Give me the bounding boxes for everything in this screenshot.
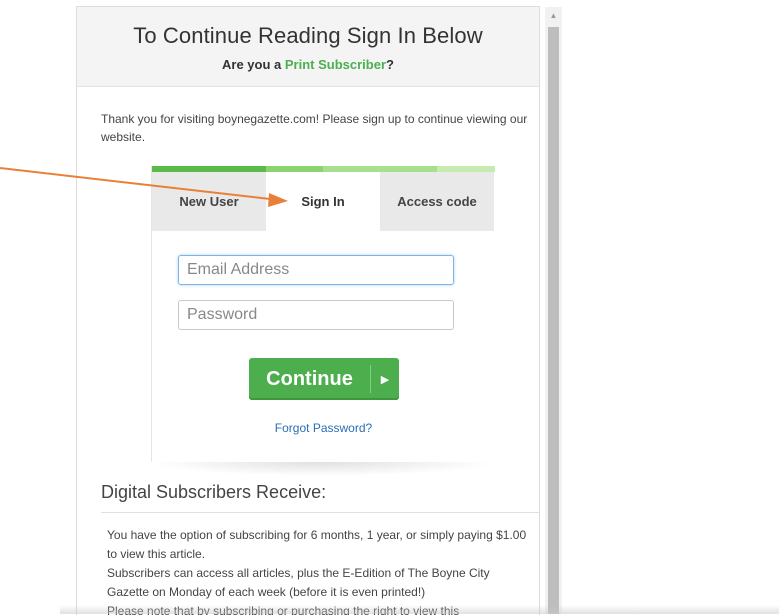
arrow-icon xyxy=(0,167,288,207)
annotation-arrowhead xyxy=(268,193,288,207)
annotation-line xyxy=(0,167,271,200)
